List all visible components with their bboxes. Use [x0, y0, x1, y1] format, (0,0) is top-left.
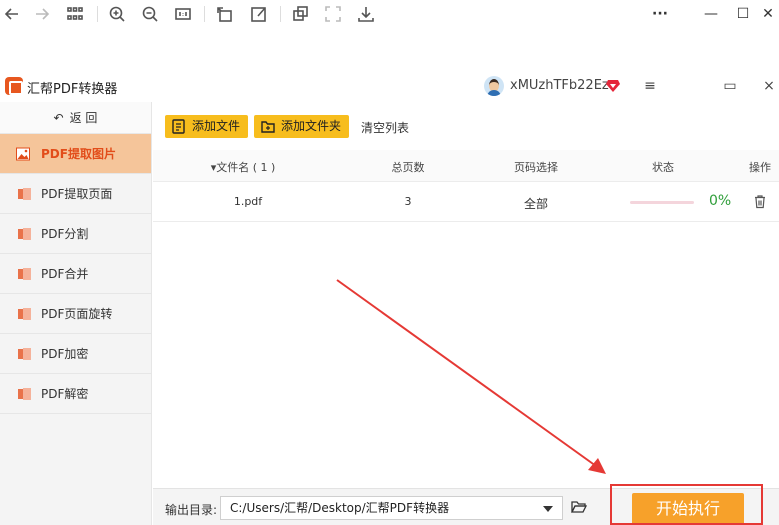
download-icon[interactable]: [356, 4, 376, 24]
file-icon: [172, 119, 185, 134]
pdf-file-icon: [18, 228, 31, 240]
sidebar-item-decrypt[interactable]: PDF解密: [0, 374, 151, 414]
sidebar-item-merge[interactable]: PDF合并: [0, 254, 151, 294]
back-button[interactable]: ↶ 返 回: [0, 102, 151, 134]
output-path-value: C:/Users/汇帮/Desktop/汇帮PDF转换器: [230, 501, 450, 515]
file-table-header: ▾文件名 ( 1 ) 总页数 页码选择 状态 操作: [153, 150, 779, 182]
fullscreen-icon[interactable]: [323, 4, 343, 24]
column-status: 状态: [652, 161, 674, 174]
menu-icon[interactable]: ≡: [639, 76, 661, 96]
column-action: 操作: [749, 161, 771, 174]
username[interactable]: xMUzhTFb22Ez: [510, 78, 609, 93]
app-logo-icon: [5, 77, 23, 95]
sidebar-item-label: PDF提取图片: [41, 147, 116, 161]
add-folder-label: 添加文件夹: [281, 119, 342, 133]
progress-bar: [630, 201, 694, 204]
column-filename[interactable]: ▾文件名 ( 1 ): [208, 159, 278, 175]
row-page-select[interactable]: 全部: [506, 195, 566, 212]
image-icon: [16, 147, 30, 161]
more-icon[interactable]: ···: [649, 4, 671, 24]
sidebar-item-rotate[interactable]: PDF页面旋转: [0, 294, 151, 334]
clear-list-button[interactable]: 清空列表: [361, 119, 409, 136]
back-arrow-icon[interactable]: [2, 4, 22, 24]
output-dir-label: 输出目录:: [165, 503, 218, 517]
sidebar-item-label: PDF合并: [41, 267, 89, 281]
crop-icon[interactable]: [290, 4, 310, 24]
sidebar-item-label: PDF解密: [41, 387, 89, 401]
add-file-label: 添加文件: [192, 119, 241, 133]
close-button[interactable]: ✕: [757, 4, 779, 24]
user-avatar[interactable]: [484, 76, 504, 96]
toolbar-divider: [204, 6, 205, 22]
undo-arrow-icon: ↶: [53, 111, 64, 125]
folder-open-icon[interactable]: [571, 500, 587, 514]
sidebar-item-extract-pages[interactable]: PDF提取页面: [0, 174, 151, 214]
row-pages: 3: [404, 195, 412, 208]
sidebar-item-label: PDF页面旋转: [41, 307, 113, 321]
sidebar-item-label: PDF加密: [41, 347, 89, 361]
folder-add-icon: [261, 121, 275, 133]
annotation-highlight-box: [610, 484, 763, 525]
rotate-icon[interactable]: [215, 4, 235, 24]
column-pages: 总页数: [391, 161, 425, 174]
sidebar-item-extract-images[interactable]: PDF提取图片: [0, 134, 151, 174]
file-list-empty-area: [153, 222, 779, 488]
zoom-in-icon[interactable]: [107, 4, 127, 24]
trash-icon[interactable]: [753, 194, 767, 209]
pdf-file-icon: [18, 348, 31, 360]
row-filename: 1.pdf: [233, 195, 263, 208]
add-folder-button[interactable]: 添加文件夹: [254, 115, 350, 138]
app-maximize-button[interactable]: ▭: [719, 76, 741, 96]
maximize-button[interactable]: ☐: [732, 4, 754, 24]
sidebar: ↶ 返 回 PDF提取图片 PDF提取页面 PDF分割 PDF合并 PDF页面旋转: [0, 102, 152, 525]
edit-icon[interactable]: [249, 4, 269, 24]
pdf-file-icon: [18, 188, 31, 200]
pdf-file-icon: [18, 388, 31, 400]
forward-arrow-icon[interactable]: [32, 4, 52, 24]
toolbar-divider: [97, 6, 98, 22]
viewer-toolbar: ··· — ☐ ✕: [0, 0, 779, 28]
sidebar-item-label: PDF分割: [41, 227, 89, 241]
file-toolbar: 添加文件 添加文件夹 清空列表: [153, 102, 779, 150]
zoom-out-icon[interactable]: [140, 4, 160, 24]
app-close-button[interactable]: ×: [758, 76, 779, 96]
pdf-file-icon: [18, 308, 31, 320]
app-title: 汇帮PDF转换器: [27, 82, 118, 97]
add-file-button[interactable]: 添加文件: [165, 115, 249, 138]
sidebar-item-split[interactable]: PDF分割: [0, 214, 151, 254]
column-page-select: 页码选择: [514, 161, 558, 174]
toolbar-divider: [280, 6, 281, 22]
output-path-select[interactable]: C:/Users/汇帮/Desktop/汇帮PDF转换器: [220, 496, 563, 520]
minimize-button[interactable]: —: [700, 4, 722, 24]
actual-size-icon[interactable]: [173, 4, 193, 24]
sidebar-item-encrypt[interactable]: PDF加密: [0, 334, 151, 374]
table-row[interactable]: 1.pdf 3 全部 0%: [153, 182, 779, 222]
vip-diamond-icon[interactable]: [605, 77, 621, 93]
back-label: 返 回: [69, 111, 98, 125]
progress-text: 0%: [709, 193, 732, 209]
pdf-file-icon: [18, 268, 31, 280]
sidebar-item-label: PDF提取页面: [41, 187, 113, 201]
chevron-down-icon: [543, 506, 553, 512]
app-title-bar: 汇帮PDF转换器 xMUzhTFb22Ez ≡ ▭ ×: [0, 70, 779, 102]
grid-view-icon[interactable]: [65, 4, 85, 24]
